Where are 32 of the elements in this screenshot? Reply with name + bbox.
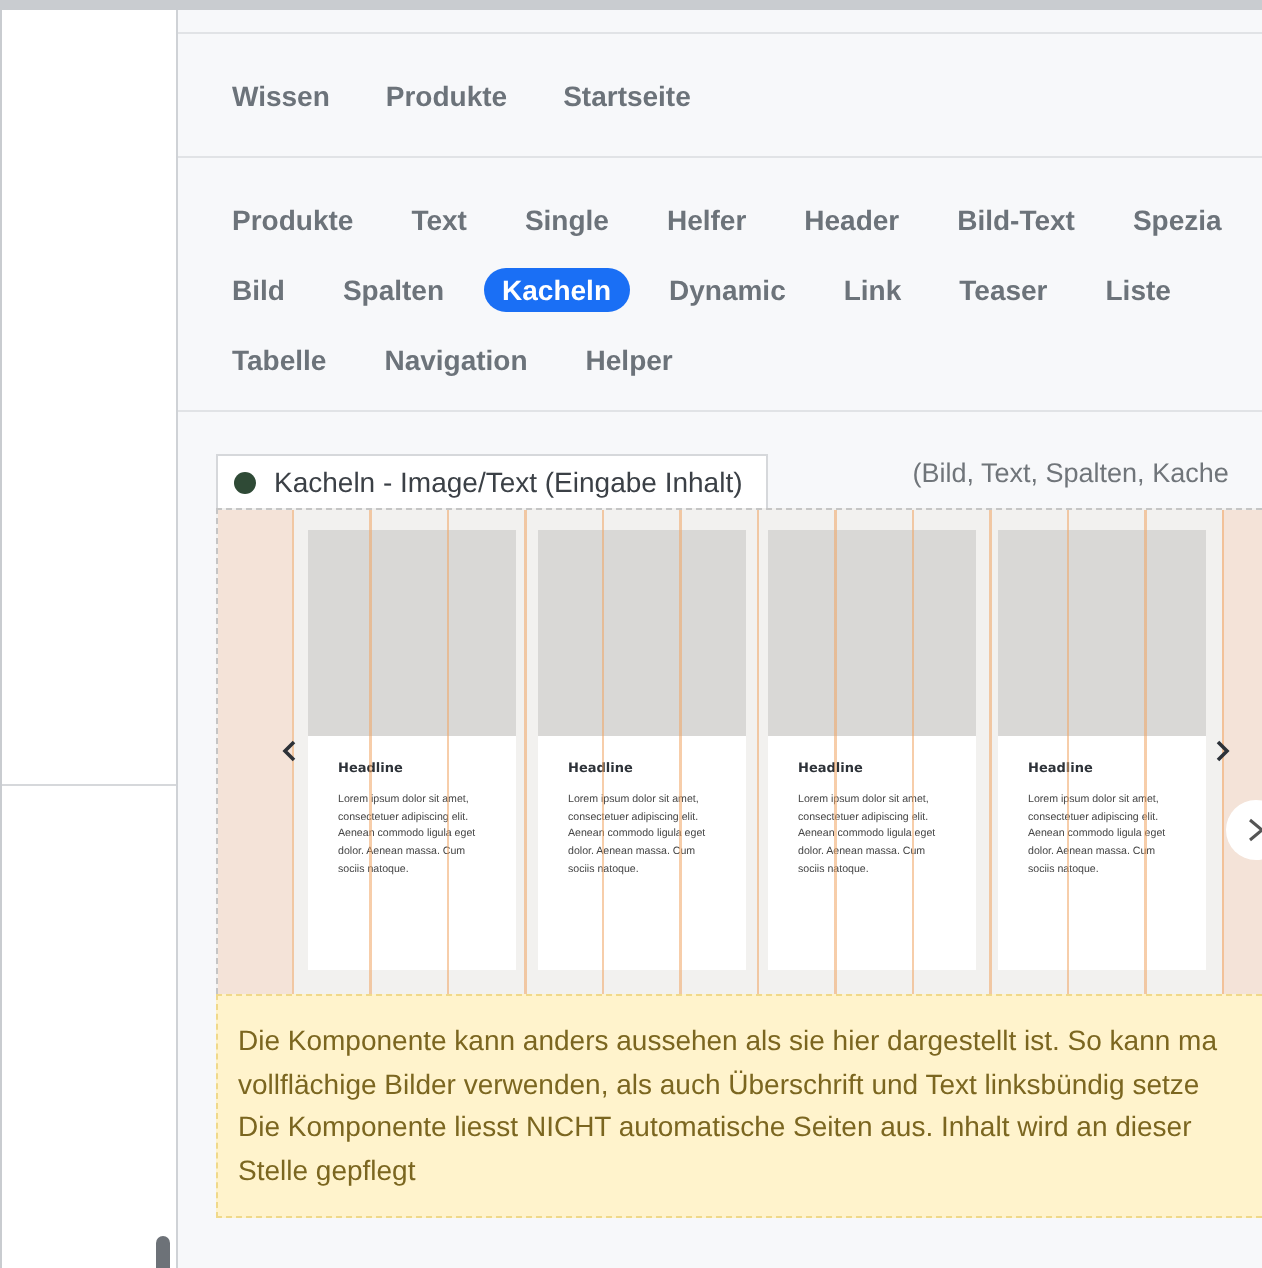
component-hint: (Bild, Text, Spalten, Kache <box>912 458 1229 492</box>
tab[interactable]: Liste <box>1105 272 1171 308</box>
tab[interactable]: Kacheln <box>484 268 629 312</box>
tab[interactable]: Link <box>843 272 902 308</box>
tab[interactable]: Spezia <box>1132 202 1222 238</box>
status-dot-icon <box>234 471 256 493</box>
tab[interactable]: Tabelle <box>232 342 327 378</box>
component-tab[interactable]: Kacheln - Image/Text (Eingabe Inhalt) <box>216 454 769 508</box>
notice-text: Stelle gepflegt <box>238 1151 418 1190</box>
tab[interactable]: Produkte <box>385 78 508 114</box>
tab[interactable]: Bild <box>232 272 285 308</box>
tab[interactable]: Teaser <box>959 272 1048 308</box>
tab[interactable]: Text <box>411 202 467 238</box>
component-title: Kacheln - Image/Text (Eingabe Inhalt) <box>274 466 743 498</box>
notice-text: Die Komponente liesst NICHT automatische Seiten aus. Inhalt wird an dieser <box>238 1108 1194 1146</box>
tab[interactable]: Helper <box>585 342 673 378</box>
tab[interactable]: Startseite <box>563 78 691 114</box>
chevron-left-icon[interactable] <box>282 740 296 762</box>
tab[interactable]: Bild-Text <box>957 202 1075 238</box>
tab[interactable]: Produkte <box>232 202 354 238</box>
scrollbar-thumb[interactable] <box>156 1236 170 1268</box>
tab[interactable]: Single <box>524 202 609 238</box>
tab[interactable]: Dynamic <box>669 272 786 308</box>
tab[interactable]: Wissen <box>232 78 330 114</box>
notice-text: Die Komponente kann anders aussehen als sie hier dargestellt ist. So kann ma <box>238 1022 1220 1060</box>
chevron-right-icon <box>1246 816 1262 844</box>
notice-text: vollflächige Bilder verwenden, als auch Überschrift und Text linksbündig setze <box>238 1065 1202 1104</box>
tab[interactable]: Header <box>804 202 900 238</box>
tab[interactable]: Helfer <box>666 202 747 238</box>
tab[interactable]: Spalten <box>342 272 445 308</box>
tab[interactable]: Navigation <box>384 342 528 378</box>
chevron-right-icon[interactable] <box>1216 740 1230 762</box>
